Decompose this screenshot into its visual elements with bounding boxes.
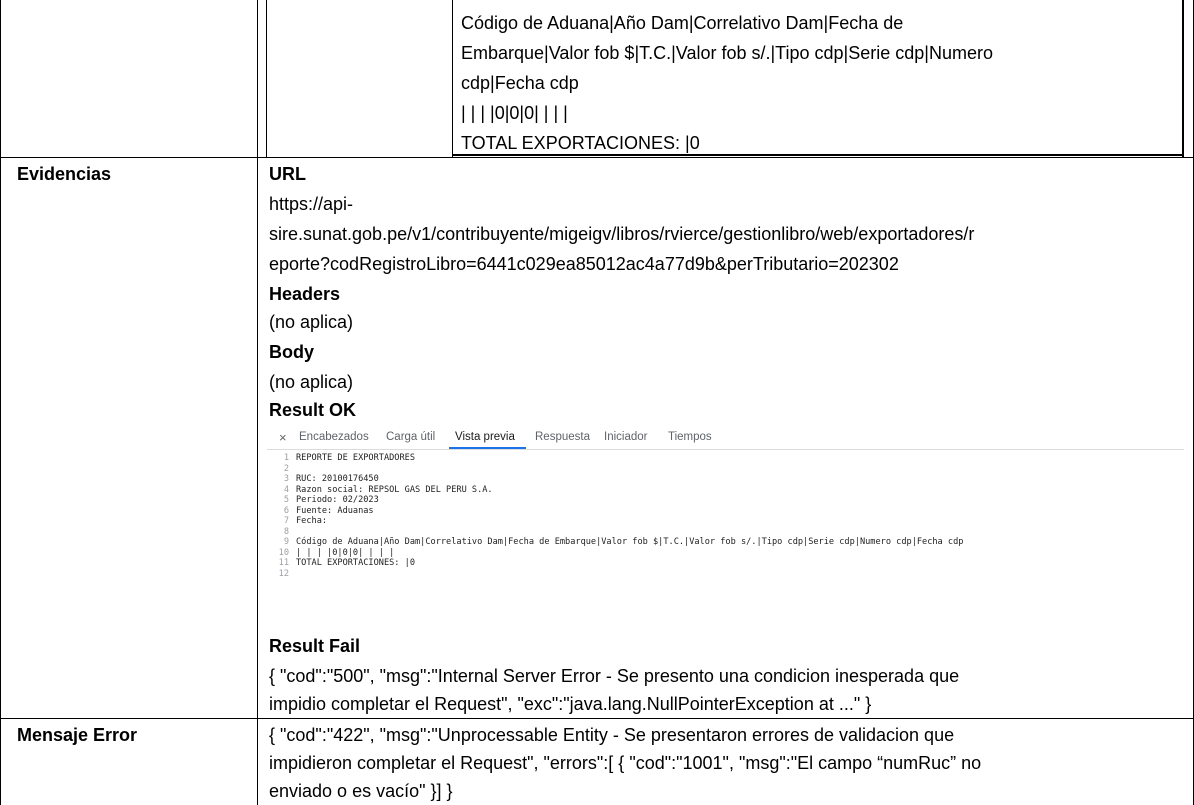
tab-iniciador[interactable]: Iniciador — [604, 431, 647, 443]
line-text: TOTAL EXPORTACIONES: |0 — [296, 558, 415, 568]
devtools-preview-screenshot: × Encabezados Carga útil Vista previa Re… — [267, 427, 1184, 627]
inner-column-divider-b — [452, 0, 453, 157]
mensaje-error-line-1: { "cod":"422", "msg":"Unprocessable Enti… — [269, 725, 955, 745]
result-ok-heading: Result OK — [269, 400, 357, 420]
line-number: 11 — [278, 558, 289, 568]
headers-value: (no aplica) — [269, 312, 354, 332]
column-divider — [257, 0, 258, 805]
tab-tiempos[interactable]: Tiempos — [668, 431, 712, 443]
headers-heading: Headers — [269, 284, 341, 304]
line-number: 4 — [283, 484, 289, 495]
top-cell-line-2: Embarque|Valor fob $|T.C.|Valor fob s/.|… — [461, 43, 993, 63]
tab-encabezados[interactable]: Encabezados — [299, 431, 369, 443]
body-value: (no aplica) — [269, 372, 354, 392]
line-number: 12 — [278, 568, 289, 579]
tab-respuesta[interactable]: Respuesta — [535, 431, 590, 443]
top-cell-line-3: cdp|Fecha cdp — [461, 73, 579, 93]
line-text: Fuente: Aduanas — [296, 505, 374, 516]
code-line: 9 Código de Aduana|Año Dam|Correlativo Da… — [267, 537, 1184, 548]
line-number: 6 — [283, 505, 289, 516]
line-number: 5 — [283, 495, 289, 505]
top-cell-line-4: | | | |0|0|0| | | | — [461, 103, 568, 123]
line-text: Periodo: 02/2023 — [296, 495, 379, 505]
result-fail-line-2: impidio completar el Request", "exc":"ja… — [269, 694, 872, 714]
row-divider-2 — [0, 718, 1194, 719]
active-tab-indicator — [449, 447, 526, 449]
close-icon[interactable]: × — [279, 430, 287, 445]
line-number: 9 — [283, 537, 289, 547]
line-text: Código de Aduana|Año Dam|Correlativo Dam… — [296, 537, 964, 547]
line-text: Razon social: REPSOL GAS DEL PERU S.A. — [296, 484, 493, 495]
code-line: 6 Fuente: Aduanas — [267, 506, 1184, 517]
top-cell-line-1: Código de Aduana|Año Dam|Correlativo Dam… — [461, 13, 904, 33]
code-line: 8 — [267, 527, 1184, 538]
mensaje-error-line-3: enviado o es vacío" }] } — [269, 781, 453, 801]
url-heading: URL — [269, 164, 306, 184]
evidencias-label: Evidencias — [17, 164, 112, 184]
code-line: 2 — [267, 464, 1184, 475]
line-number: 7 — [283, 516, 289, 526]
result-fail-line-1: { "cod":"500", "msg":"Internal Server Er… — [269, 666, 960, 686]
line-number: 1 — [283, 453, 289, 463]
body-heading: Body — [269, 342, 314, 362]
code-line: 11 TOTAL EXPORTACIONES: |0 — [267, 558, 1184, 569]
top-cell-line-5: TOTAL EXPORTACIONES: |0 — [461, 133, 700, 153]
row-divider-1 — [0, 157, 1194, 158]
table-border-left — [0, 0, 1, 805]
code-line: 3 RUC: 20100176450 — [267, 474, 1184, 485]
code-line: 10 | | | |0|0|0| | | | — [267, 548, 1184, 559]
line-number: 2 — [283, 463, 289, 474]
mensaje-error-label: Mensaje Error — [17, 725, 138, 745]
tab-vista-previa[interactable]: Vista previa — [455, 431, 515, 443]
line-text: RUC: 20100176450 — [296, 474, 379, 484]
line-number: 10 — [278, 547, 289, 558]
result-fail-heading: Result Fail — [269, 636, 361, 656]
code-line: 4 Razon social: REPSOL GAS DEL PERU S.A. — [267, 485, 1184, 496]
devtools-tab-bar: × Encabezados Carga útil Vista previa Re… — [267, 427, 1184, 450]
url-line-3: eporte?codRegistroLibro=6441c029ea85012a… — [269, 254, 899, 274]
code-line: 1 REPORTE DE EXPORTADORES — [267, 453, 1184, 464]
line-number: 8 — [283, 526, 289, 537]
code-line: 12 — [267, 569, 1184, 580]
line-text: Fecha: — [296, 516, 328, 526]
line-number: 3 — [283, 474, 289, 484]
mensaje-error-line-2: impidieron completar el Request", "error… — [269, 753, 982, 773]
tab-carga-util[interactable]: Carga útil — [386, 431, 435, 443]
url-line-1: https://api- — [269, 194, 354, 214]
line-text: REPORTE DE EXPORTADORES — [296, 453, 415, 463]
line-text: | | | |0|0|0| | | | — [296, 547, 395, 558]
code-line: 5 Periodo: 02/2023 — [267, 495, 1184, 506]
inner-column-divider-a — [266, 0, 267, 157]
inner-column-divider-c — [1182, 0, 1184, 157]
url-line-2: sire.sunat.gob.pe/v1/contribuyente/migei… — [269, 224, 975, 244]
code-line: 7 Fecha: — [267, 516, 1184, 527]
